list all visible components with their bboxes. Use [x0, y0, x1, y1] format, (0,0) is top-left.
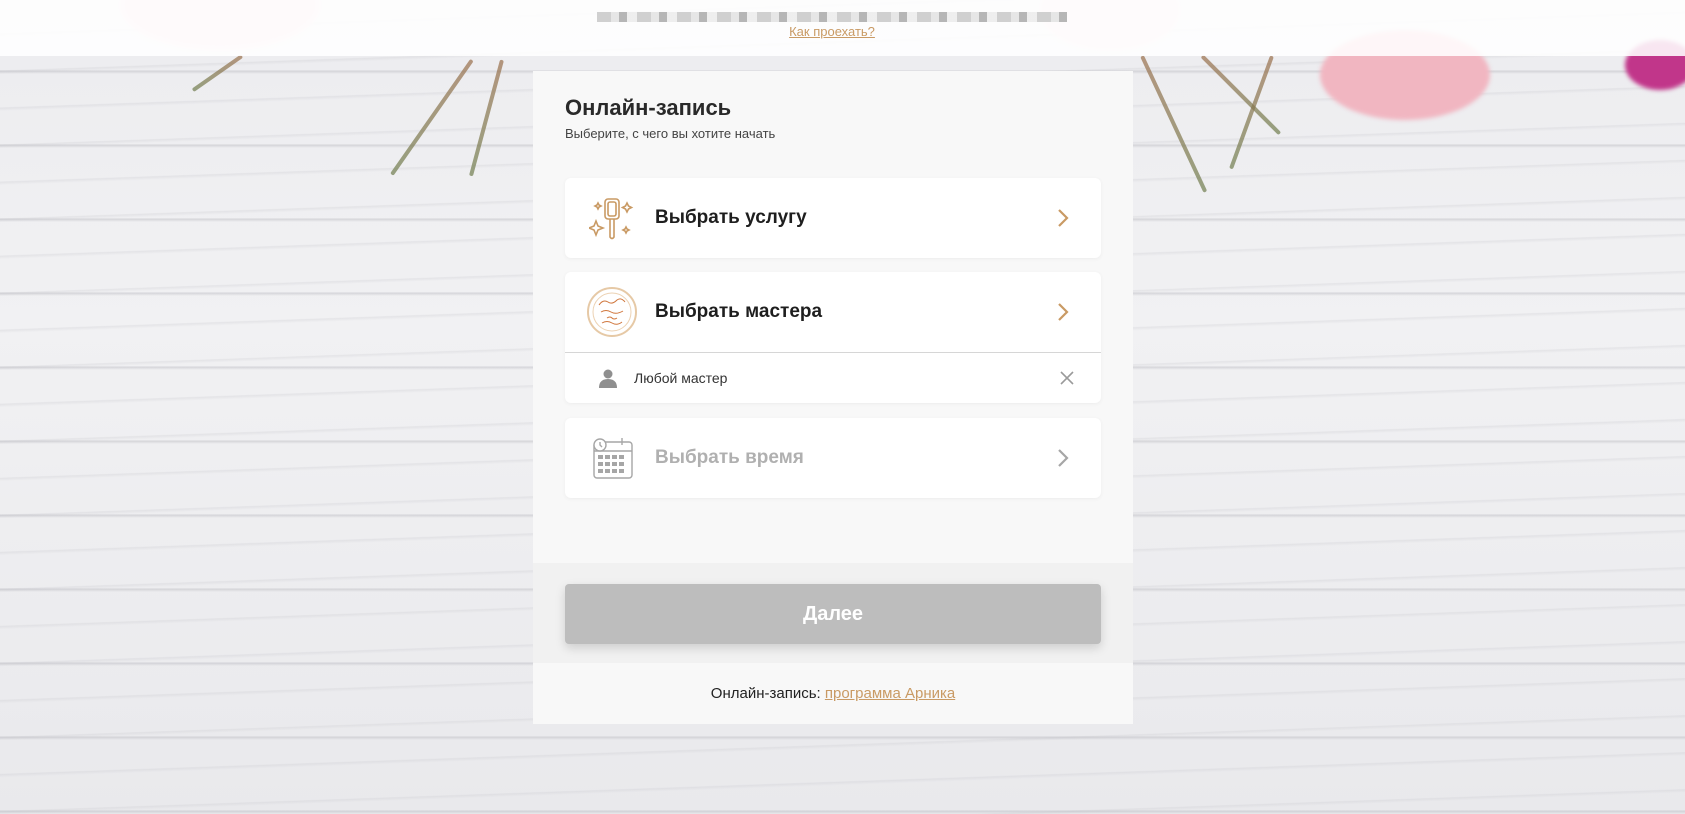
arnica-link[interactable]: программа Арника — [825, 685, 955, 702]
chevron-right-icon — [1058, 303, 1069, 321]
page-subtitle: Выберите, с чего вы хотите начать — [565, 126, 776, 141]
select-service-label: Выбрать услугу — [655, 207, 807, 228]
calendar-clock-icon — [587, 433, 637, 483]
directions-link[interactable]: Как проехать? — [0, 24, 1664, 39]
select-master-label: Выбрать мастера — [655, 301, 823, 322]
any-master-label: Любой мастер — [634, 370, 728, 386]
booking-panel: Онлайн-запись Выберите, с чего вы хотите… — [533, 71, 1133, 724]
page-title: Онлайн-запись — [565, 95, 732, 120]
select-service-card[interactable]: Выбрать услугу — [565, 178, 1101, 258]
powered-by: Онлайн-запись: программа Арника — [533, 685, 1133, 702]
chevron-right-icon — [1058, 449, 1069, 467]
select-master-card[interactable]: Выбрать мастера Любой мастер — [565, 272, 1101, 403]
selected-master-row: Любой мастер — [565, 352, 1101, 403]
top-bar: Как проехать? — [0, 0, 1685, 56]
person-icon — [599, 369, 617, 388]
hand-mirror-icon — [587, 193, 637, 243]
select-time-card[interactable]: Выбрать время — [565, 418, 1101, 498]
select-time-label: Выбрать время — [655, 447, 804, 468]
powered-prefix: Онлайн-запись: — [710, 685, 821, 702]
close-icon[interactable] — [1059, 370, 1075, 386]
next-button[interactable]: Далее — [565, 584, 1101, 644]
salon-logo-avatar — [587, 287, 637, 337]
blurred-address — [597, 12, 1067, 22]
chevron-right-icon — [1058, 209, 1069, 227]
